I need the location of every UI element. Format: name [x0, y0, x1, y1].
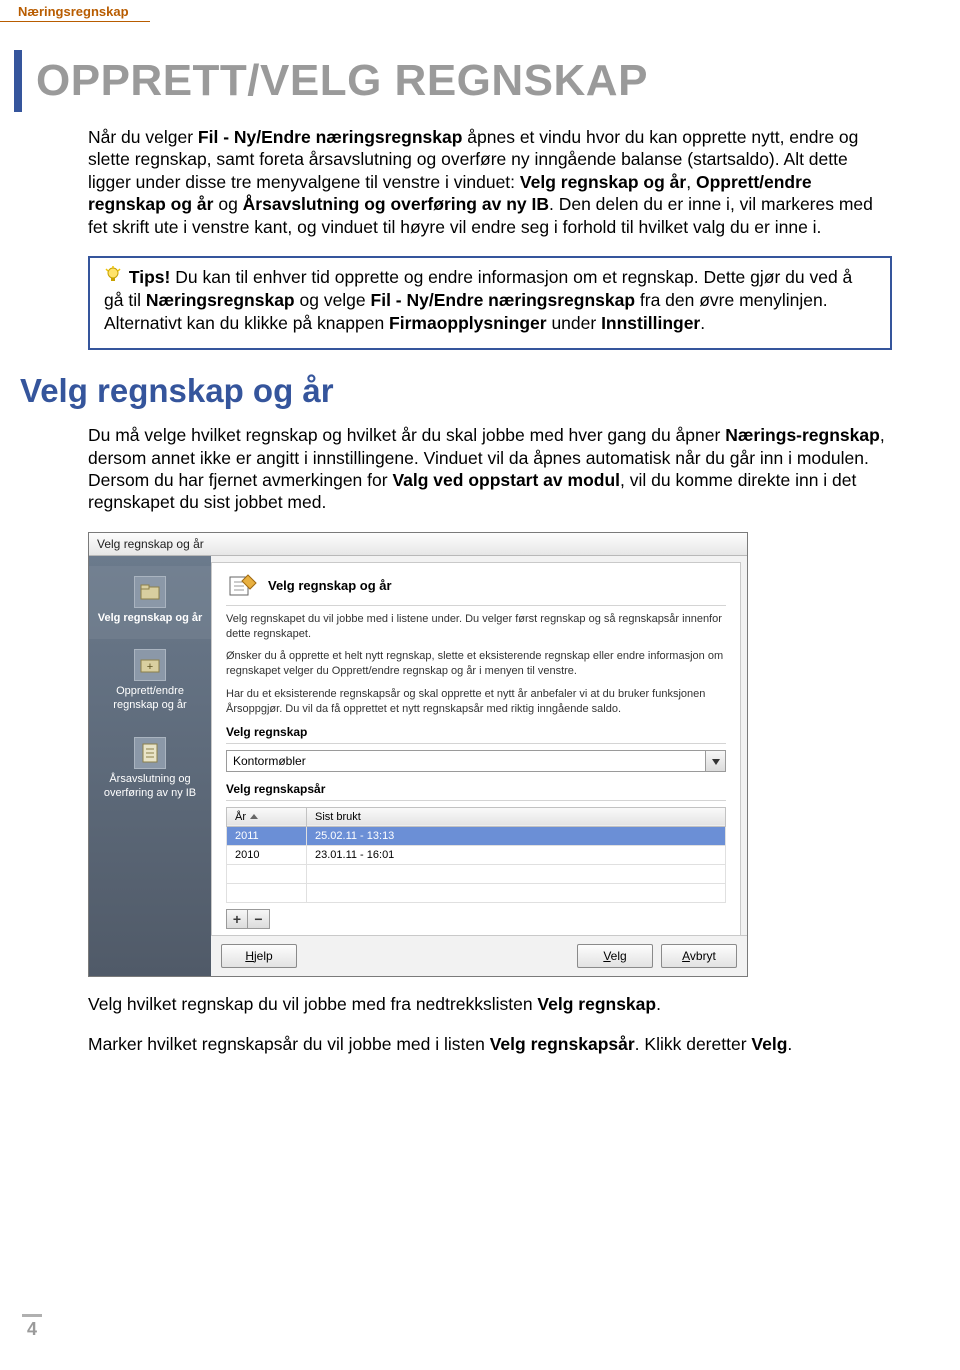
table-row[interactable]: 2010 23.01.11 - 16:01: [227, 845, 726, 864]
plus-icon: +: [233, 911, 241, 927]
table-row[interactable]: 2011 25.02.11 - 13:13: [227, 826, 726, 845]
dialog-para: Har du et eksisterende regnskapsår og sk…: [226, 687, 726, 717]
select-button[interactable]: Velg: [577, 944, 653, 968]
page-header: Næringsregnskap: [0, 0, 150, 22]
intro-paragraph: Når du velger Fil - Ny/Endre næringsregn…: [88, 126, 892, 238]
cell-last: 25.02.11 - 13:13: [307, 826, 726, 845]
lightbulb-icon: [104, 266, 122, 289]
after-paragraph-2: Marker hvilket regnskapsår du vil jobbe …: [88, 1033, 892, 1055]
cell-last: 23.01.11 - 16:01: [307, 845, 726, 864]
tips-text: Du kan til enhver tid opprette og endre …: [104, 267, 852, 333]
col-last-used[interactable]: Sist brukt: [307, 807, 726, 826]
sidebar-item-select-account[interactable]: Velg regnskap og år: [89, 566, 211, 640]
section-label-select-year: Velg regnskapsår: [226, 782, 726, 796]
dialog-titlebar: Velg regnskap og år: [89, 533, 747, 556]
page-number: 4: [22, 1314, 42, 1340]
section-title: Velg regnskap og år: [20, 372, 960, 410]
cancel-button[interactable]: Avbryt: [661, 944, 737, 968]
year-table: År Sist brukt 2011 25.02.11 - 13:13 2010…: [226, 807, 726, 903]
dialog-window: Velg regnskap og år Velg regnskap og år …: [88, 532, 748, 977]
page-title: OPPRETT/VELG REGNSKAP: [14, 50, 960, 112]
dialog-sidebar: Velg regnskap og år + Opprett/endre regn…: [89, 556, 211, 976]
svg-text:+: +: [147, 661, 153, 673]
after-paragraph-1: Velg hvilket regnskap du vil jobbe med f…: [88, 993, 892, 1015]
remove-row-button[interactable]: −: [248, 909, 270, 929]
add-row-button[interactable]: +: [226, 909, 248, 929]
sidebar-item-create-edit[interactable]: + Opprett/endre regnskap og år: [89, 639, 211, 727]
cell-year: 2011: [227, 826, 307, 845]
account-combobox[interactable]: [226, 750, 726, 772]
dialog-para: Velg regnskapet du vil jobbe med i liste…: [226, 612, 726, 642]
col-year[interactable]: År: [227, 807, 307, 826]
sidebar-item-label: Velg regnskap og år: [95, 612, 205, 626]
sidebar-item-label: Årsavslutning og overføring av ny IB: [95, 773, 205, 801]
sidebar-item-year-end[interactable]: Årsavslutning og overføring av ny IB: [89, 727, 211, 815]
dialog-para: Ønsker du å opprette et helt nytt regnsk…: [226, 649, 726, 679]
account-combobox-button[interactable]: [705, 751, 725, 771]
tips-label: Tips!: [129, 267, 171, 287]
tips-box: Tips! Du kan til enhver tid opprette og …: [88, 256, 892, 350]
document-icon: [134, 737, 166, 769]
chevron-down-icon: [712, 754, 720, 768]
table-row-empty: [227, 864, 726, 883]
section-paragraph: Du må velge hvilket regnskap og hvilket …: [88, 424, 892, 514]
dialog-footer: Hjelp Velg Avbryt: [211, 935, 747, 976]
sidebar-item-label: Opprett/endre regnskap og år: [95, 685, 205, 713]
sort-asc-icon: [250, 814, 258, 819]
section-label-select-account: Velg regnskap: [226, 725, 726, 739]
dialog-content-title: Velg regnskap og år: [268, 578, 392, 593]
notebook-pencil-icon: [226, 571, 260, 601]
dialog-content: Velg regnskap og år Velg regnskapet du v…: [211, 562, 741, 935]
cell-year: 2010: [227, 845, 307, 864]
account-combobox-input[interactable]: [227, 751, 705, 771]
help-button[interactable]: Hjelp: [221, 944, 297, 968]
folder-plus-icon: +: [134, 649, 166, 681]
table-row-empty: [227, 883, 726, 902]
folder-icon: [134, 576, 166, 608]
minus-icon: −: [254, 911, 262, 927]
